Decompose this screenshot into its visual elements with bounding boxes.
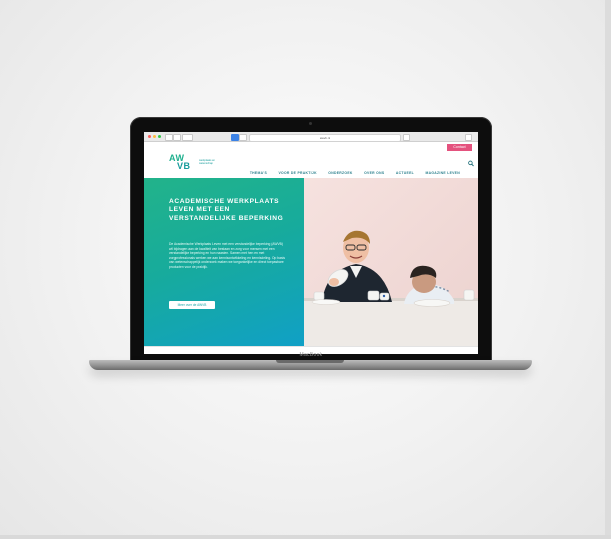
site-header: Contact AW VB werkplaats en wetenschap T… <box>144 142 478 178</box>
nav-item-actueel[interactable]: ACTUEEL <box>396 171 414 175</box>
contact-button[interactable]: Contact <box>447 144 472 151</box>
main-navigation: THEMA'S VOOR DE PRAKTIJK ONDERZOEK OVER … <box>243 161 460 175</box>
laptop-opening-notch <box>276 360 344 363</box>
close-window-icon[interactable] <box>148 135 151 138</box>
forward-button[interactable] <box>173 134 181 141</box>
logo-tagline: werkplaats en wetenschap <box>199 159 216 166</box>
laptop-lid: awvb.nl Contact AW VB werkplaats en wete… <box>130 117 492 364</box>
site-logo[interactable]: AW VB werkplaats en wetenschap <box>169 153 229 171</box>
nav-item-over-ons[interactable]: OVER ONS <box>364 171 384 175</box>
laptop-screen: awvb.nl Contact AW VB werkplaats en wete… <box>144 132 478 354</box>
share-button[interactable] <box>465 134 472 141</box>
sidebar-toggle-button[interactable] <box>182 134 193 141</box>
nav-item-onderzoek[interactable]: ONDERZOEK <box>328 171 352 175</box>
hero-text-panel: ACADEMISCHE WERKPLAATS LEVEN MET EEN VER… <box>144 178 304 346</box>
frame-border-right <box>605 0 611 539</box>
nav-item-themas[interactable]: THEMA'S <box>250 171 267 175</box>
hero-photo <box>304 178 478 346</box>
frame-border-bottom <box>0 535 611 539</box>
browser-toolbar: awvb.nl <box>144 132 478 142</box>
search-icon[interactable] <box>468 160 474 167</box>
laptop-base <box>89 360 532 370</box>
laptop-brand-label: MacBook <box>299 352 323 358</box>
zoom-window-icon[interactable] <box>158 135 161 138</box>
back-button[interactable] <box>165 134 173 141</box>
hero-description: De Academische Werkplaats Leven met een … <box>169 242 286 269</box>
minimize-window-icon[interactable] <box>153 135 156 138</box>
reader-button[interactable] <box>239 134 247 141</box>
hero-photo-illustration <box>304 178 478 346</box>
nav-item-magazine-leven[interactable]: MAGAZINE LEVEN <box>425 171 460 175</box>
reload-button[interactable] <box>403 134 410 141</box>
hero-title: ACADEMISCHE WERKPLAATS LEVEN MET EEN VER… <box>169 198 284 222</box>
hero-section: ACADEMISCHE WERKPLAATS LEVEN MET EEN VER… <box>144 178 478 346</box>
camera-icon <box>309 122 312 125</box>
nav-item-voor-de-praktijk[interactable]: VOOR DE PRAKTIJK <box>279 171 317 175</box>
address-bar[interactable]: awvb.nl <box>249 133 401 142</box>
shield-icon[interactable] <box>231 134 239 141</box>
logo-text-bottom: VB <box>177 161 191 171</box>
more-about-awvb-button[interactable]: Meer over de AWVB <box>169 301 215 309</box>
